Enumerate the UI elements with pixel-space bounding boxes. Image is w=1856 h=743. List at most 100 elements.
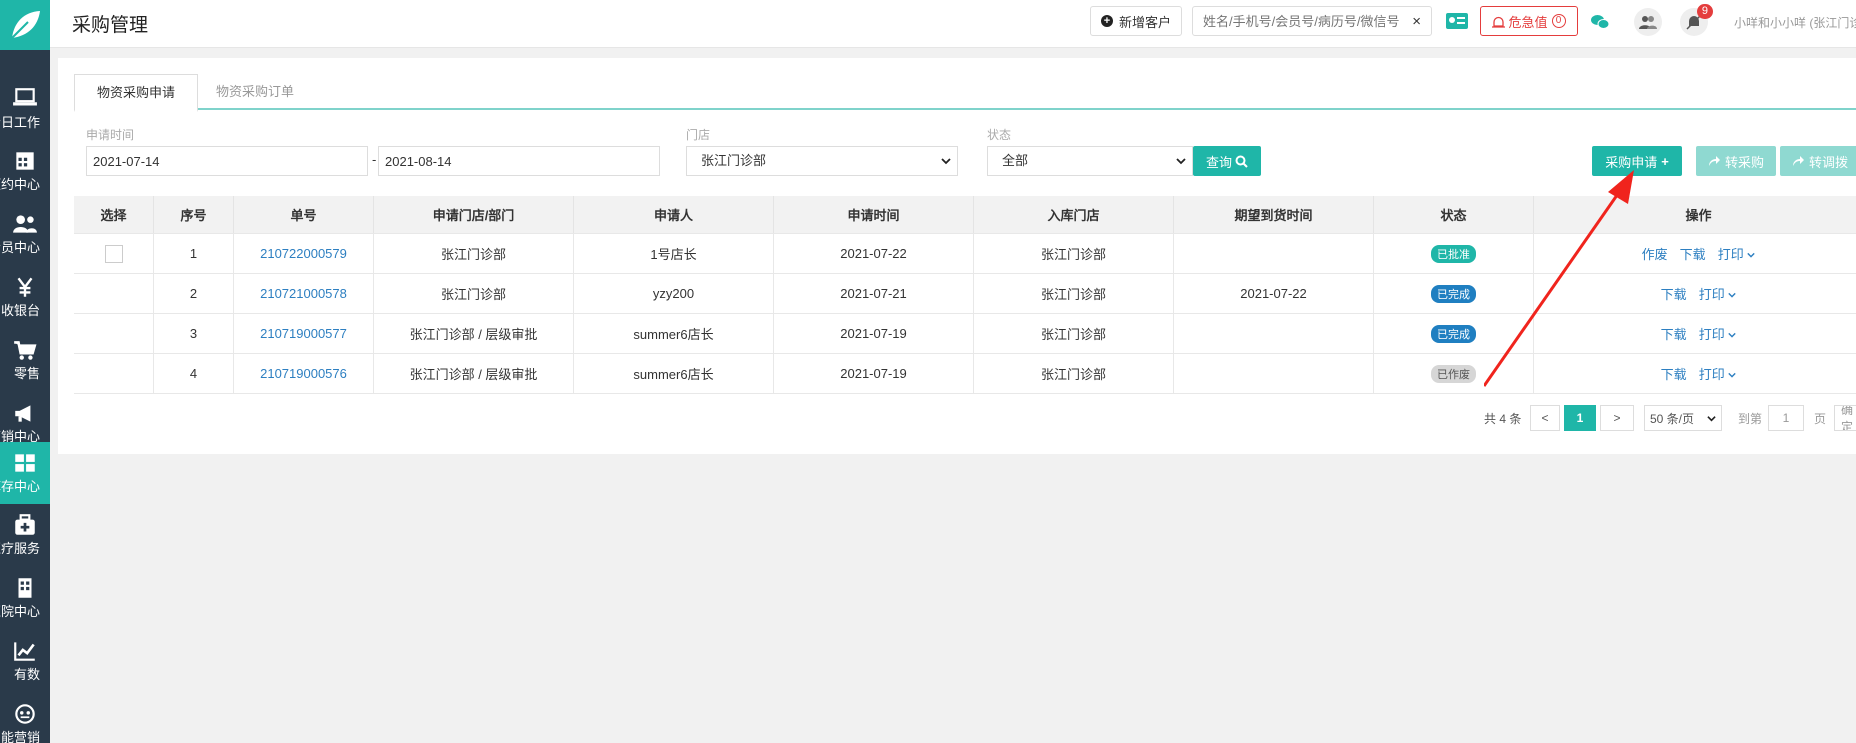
op-print-button[interactable]: 打印: [1699, 364, 1737, 383]
table-cell: 张江门诊部: [974, 234, 1174, 273]
status-select[interactable]: 全部: [987, 146, 1193, 176]
table-cell: [1174, 234, 1374, 273]
chevron-down-icon: [1747, 252, 1756, 258]
inbound-store: 张江门诊部: [1040, 367, 1106, 382]
notifications-button[interactable]: 9: [1680, 4, 1713, 36]
id-card-button[interactable]: [1442, 6, 1472, 36]
date-separator: -: [372, 152, 377, 167]
op-print-button[interactable]: 打印: [1718, 244, 1756, 263]
next-page-button[interactable]: >: [1600, 405, 1634, 431]
sidebar-item-3[interactable]: 会员中心: [0, 203, 50, 265]
sidebar-item-label: 零售: [13, 366, 40, 381]
sidebar-item-label: 收银台: [0, 303, 40, 318]
order-number-link[interactable]: 210719000577: [260, 326, 347, 341]
leaf-icon: [11, 11, 40, 39]
chevron-down-icon: [941, 158, 951, 165]
op-download-button[interactable]: 下载: [1661, 324, 1687, 343]
column-header: 申请时间: [774, 196, 974, 233]
to-transfer-button[interactable]: 转调拨: [1780, 146, 1856, 176]
prev-page-button[interactable]: <: [1530, 405, 1560, 431]
customer-search-input[interactable]: [1203, 13, 1403, 29]
op-download-button[interactable]: 下载: [1680, 244, 1706, 263]
column-header: 选择: [74, 196, 154, 233]
tab-purchase-order[interactable]: 物资采购订单: [194, 74, 316, 110]
pager-total: 共 4 条: [1484, 411, 1522, 426]
date-label: 申请时间: [86, 128, 135, 142]
page-size-value: 50 条/页: [1650, 411, 1695, 426]
table-cell: summer6店长: [574, 314, 774, 353]
chart-icon: [14, 642, 35, 661]
applicant: yzy200: [652, 286, 695, 301]
table-row: 2 210721000578 张江门诊部 yzy200 2021-07-21 张江门诊部 2…: [74, 274, 1856, 314]
query-button[interactable]: 查询: [1193, 146, 1261, 176]
table-cell: [74, 234, 154, 273]
sidebar-item-11[interactable]: 智能营销: [0, 693, 50, 743]
table-cell: 1: [154, 234, 234, 273]
sidebar-item-2[interactable]: 预约中心: [0, 140, 50, 202]
table-cell: 210719000576: [234, 354, 374, 393]
new-customer-label: 新增客户: [1118, 14, 1171, 30]
wechat-button[interactable]: [1586, 8, 1614, 36]
groups-button[interactable]: [1634, 8, 1662, 36]
inbound-store: 张江门诊部: [1040, 247, 1106, 262]
robot-icon: [15, 704, 35, 724]
row-index: 2: [189, 286, 198, 301]
table-row: 3 210719000577 张江门诊部 / 层级审批 summer6店长 2021-0…: [74, 314, 1856, 354]
order-number-link[interactable]: 210721000578: [260, 286, 347, 301]
sidebar-item-1[interactable]: 今日工作: [0, 78, 50, 140]
page-1-button[interactable]: 1: [1564, 405, 1596, 431]
to-purchase-button[interactable]: 转采购: [1696, 146, 1776, 176]
op-print-button[interactable]: 打印: [1699, 324, 1737, 343]
sidebar-item-9[interactable]: 医院中心: [0, 567, 50, 629]
to-transfer-label: 转调拨: [1808, 154, 1848, 170]
expected-arrival: 2021-07-22: [1240, 286, 1307, 301]
op-print-button[interactable]: 打印: [1699, 284, 1737, 303]
group-icon: [1639, 16, 1657, 29]
applicant: 1号店长: [650, 247, 697, 262]
chevron-down-icon: [1707, 415, 1716, 421]
critical-value-button[interactable]: 危急值 0: [1480, 6, 1578, 36]
purchase-apply-button[interactable]: 采购申请 +: [1592, 146, 1682, 176]
table-cell: [74, 354, 154, 393]
order-number-link[interactable]: 210722000579: [260, 246, 347, 261]
table-cell: 210721000578: [234, 274, 374, 313]
new-customer-button[interactable]: + 新增客户: [1090, 6, 1182, 36]
app-logo[interactable]: [0, 0, 50, 50]
goto-confirm-button[interactable]: 确定: [1834, 405, 1856, 431]
tab-purchase-request[interactable]: 物资采购申请: [74, 74, 199, 112]
page-size-select[interactable]: 50 条/页: [1644, 405, 1722, 431]
plus-circle-icon: +: [1100, 15, 1113, 27]
column-header: 申请门店/部门: [374, 196, 574, 233]
sidebar-item-label: 医疗服务: [0, 541, 40, 556]
id-card-icon: [1446, 13, 1468, 29]
sidebar-item-7[interactable]: 库存中心: [0, 442, 50, 504]
goto-page-input[interactable]: 1: [1768, 405, 1804, 431]
table-cell: 2021-07-21: [774, 274, 974, 313]
order-number-link[interactable]: 210719000576: [260, 366, 347, 381]
column-header: 期望到货时间: [1174, 196, 1374, 233]
sidebar-item-10[interactable]: 有数: [0, 630, 50, 692]
megaphone-icon: [15, 405, 31, 422]
op-download-button[interactable]: 下载: [1661, 364, 1687, 383]
request-time: 2021-07-22: [840, 246, 907, 261]
inbound-store: 张江门诊部: [1040, 287, 1106, 302]
request-time: 2021-07-21: [840, 286, 907, 301]
date-to-input[interactable]: [378, 146, 660, 176]
clear-icon[interactable]: ×: [1412, 13, 1421, 30]
sidebar-item-5[interactable]: 零售: [0, 329, 50, 391]
store-select[interactable]: 张江门诊部: [686, 146, 958, 176]
store-label: 门店: [686, 128, 711, 142]
sidebar-item-4[interactable]: 收银台: [0, 266, 50, 328]
table-row: 4 210719000576 张江门诊部 / 层级审批 summer6店长 2021-0…: [74, 354, 1856, 394]
table-cell: 下载 打印: [1534, 274, 1856, 313]
row-checkbox[interactable]: [104, 244, 123, 263]
op-download-button[interactable]: 下载: [1661, 284, 1687, 303]
user-name[interactable]: 小咩和小小咩 (张江门诊: [1734, 14, 1856, 31]
yen-icon: [17, 277, 33, 297]
column-header: 操作: [1534, 196, 1856, 233]
op-void-button[interactable]: 作废: [1642, 244, 1668, 263]
sidebar-item-8[interactable]: 医疗服务: [0, 504, 50, 566]
date-from-input[interactable]: [86, 146, 368, 176]
request-dept: 张江门诊部: [440, 247, 506, 262]
request-dept: 张江门诊部: [440, 287, 506, 302]
